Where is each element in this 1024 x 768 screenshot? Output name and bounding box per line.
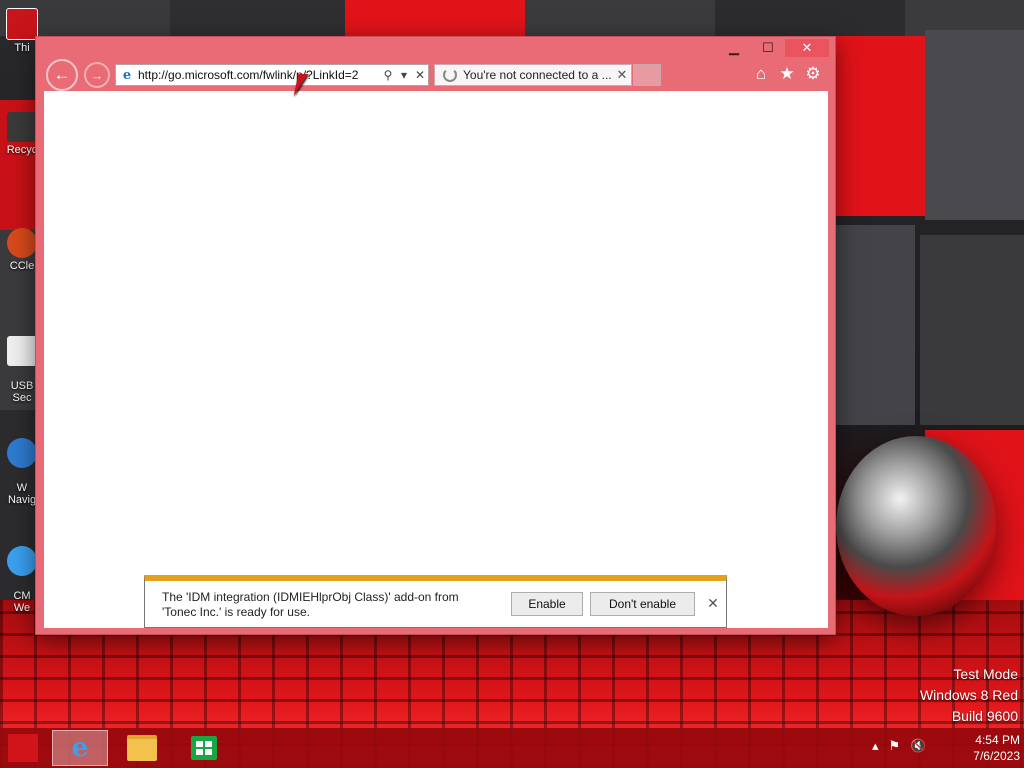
favorites-icon[interactable]: ★ (777, 64, 797, 84)
desktop-icon-label: CCle (9, 260, 35, 272)
internet-explorer-icon: e (71, 733, 89, 763)
address-dropdown-icon[interactable]: ▾ (396, 68, 412, 82)
taskbar: e ▴ ⚑ 🔇 4:54 PM 7/6/2023 (0, 728, 1024, 768)
desktop-icon-label: W Navig (7, 482, 37, 506)
notification-message: The 'IDM integration (IDMIEHlprObj Class… (162, 590, 459, 619)
recycle-bin-icon (7, 112, 37, 142)
this-pc-icon (6, 8, 38, 40)
tab-active[interactable]: You're not connected to a ... ✕ (434, 64, 632, 86)
stop-icon[interactable]: ✕ (412, 68, 428, 82)
forward-button[interactable]: → (84, 62, 110, 88)
minimize-button[interactable]: ▁ (717, 39, 751, 57)
browser-toolbar: ⌂ ★ ⚙ (751, 64, 823, 84)
taskbar-internet-explorer[interactable]: e (52, 730, 108, 766)
back-button[interactable]: ← (46, 59, 78, 91)
ie-window: ▁ ☐ ✕ ← → e http://go.microsoft.com/fwli… (36, 37, 835, 634)
desktop-icon-label: CM We (13, 590, 31, 614)
watermark-line: Build 9600 (951, 708, 1018, 724)
test-mode-watermark: Test Mode Windows 8 Red Build 9600 (920, 664, 1018, 727)
dont-enable-button[interactable]: Don't enable (590, 592, 695, 616)
watermark-line: Windows 8 Red (919, 687, 1018, 703)
watermark-line: Test Mode (953, 666, 1018, 682)
tab-close-icon[interactable]: ✕ (613, 67, 631, 83)
desktop-icon-this-pc[interactable]: Thi (4, 8, 40, 54)
address-bar[interactable]: e http://go.microsoft.com/fwlink/p/?Link… (115, 64, 429, 86)
ie-shortcut-icon (7, 546, 37, 576)
tray-chevron-icon[interactable]: ▴ (872, 738, 879, 754)
system-tray: ▴ ⚑ 🔇 (872, 738, 926, 754)
start-button[interactable] (8, 734, 38, 762)
address-url[interactable]: http://go.microsoft.com/fwlink/p/?LinkId… (138, 68, 380, 82)
clock-date: 7/6/2023 (973, 749, 1020, 763)
notification-close-icon[interactable]: ✕ (705, 595, 721, 612)
maximize-button[interactable]: ☐ (751, 39, 785, 57)
page-content[interactable] (44, 91, 828, 628)
new-tab-button[interactable] (633, 64, 661, 86)
store-icon (191, 736, 217, 760)
settings-gear-icon[interactable]: ⚙ (803, 64, 823, 84)
addon-notification-bar: The 'IDM integration (IDMIEHlprObj Class… (144, 575, 727, 628)
desktop-icon-label: Recyc (6, 144, 38, 156)
volume-muted-icon[interactable]: 🔇 (910, 738, 926, 754)
search-icon[interactable]: ⚲ (380, 68, 396, 82)
desktop-icon-usb-security[interactable]: USB Sec (4, 324, 40, 404)
desktop-icon-recycle-bin[interactable]: Recyc (4, 112, 40, 156)
tab-title: You're not connected to a ... (463, 68, 612, 82)
ie-page-icon: e (122, 67, 132, 83)
desktop-icon-ccleaner[interactable]: CCle (4, 228, 40, 272)
loading-spinner-icon (443, 68, 457, 82)
desktop-icon-label: USB Sec (10, 380, 34, 404)
folder-icon (127, 735, 157, 761)
navigator-icon (7, 438, 37, 468)
clock-time: 4:54 PM (975, 733, 1020, 747)
taskbar-windows-store[interactable] (176, 730, 232, 766)
usb-security-icon (7, 336, 37, 366)
taskbar-file-explorer[interactable] (114, 730, 170, 766)
wallpaper-sphere (836, 436, 996, 616)
ccleaner-icon (7, 228, 37, 258)
network-icon[interactable]: ⚑ (889, 738, 901, 754)
clock[interactable]: 4:54 PM 7/6/2023 (940, 732, 1020, 764)
enable-button[interactable]: Enable (511, 592, 583, 616)
forward-arrow-icon: → (90, 67, 104, 83)
back-arrow-icon: ← (53, 65, 71, 84)
close-window-button[interactable]: ✕ (785, 39, 829, 57)
desktop-icon-label: Thi (14, 42, 30, 54)
window-controls: ▁ ☐ ✕ (717, 39, 829, 57)
desktop-icon-navigator[interactable]: W Navig (4, 426, 40, 506)
home-icon[interactable]: ⌂ (751, 64, 771, 84)
desktop-icon-ie[interactable]: CM We (4, 534, 40, 614)
